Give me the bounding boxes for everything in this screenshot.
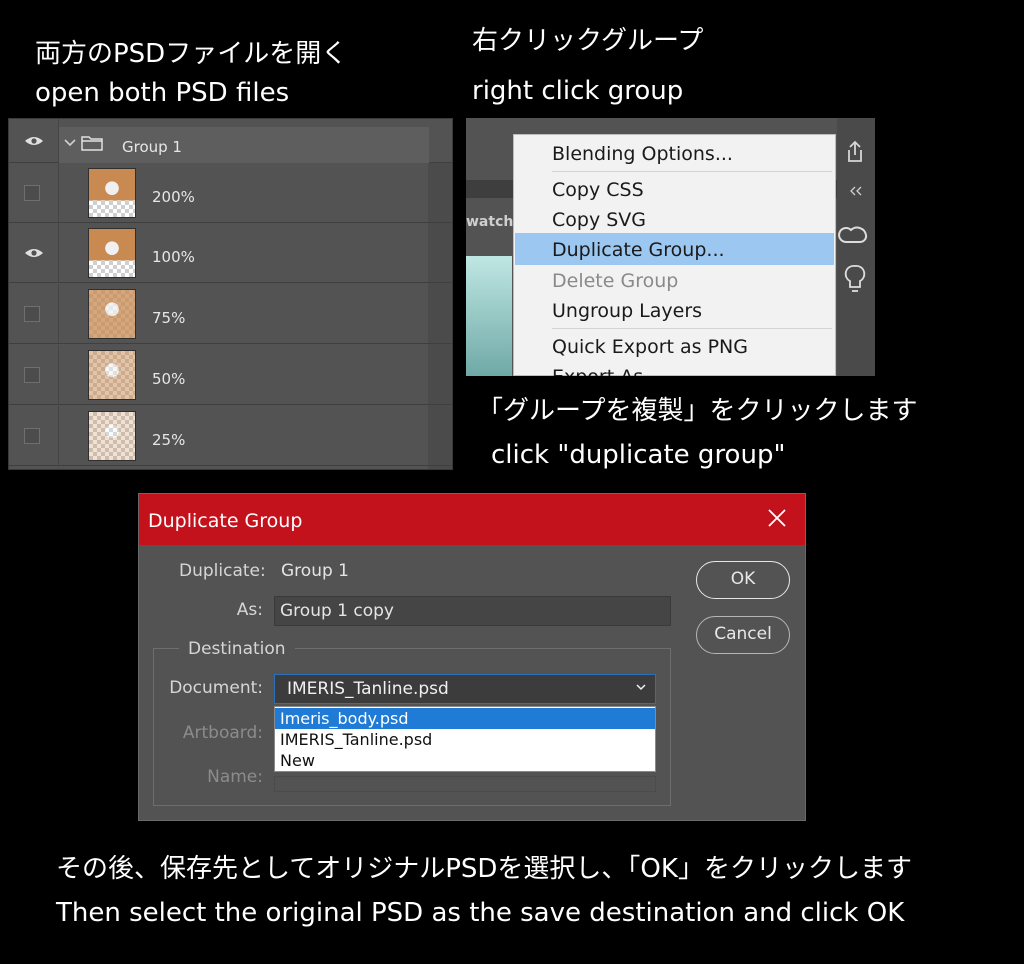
caption-step2-jp: 右クリックグループ bbox=[472, 26, 704, 56]
destination-legend: Destination bbox=[179, 639, 295, 659]
artboard-label: Artboard: bbox=[182, 723, 263, 743]
document-select[interactable]: IMERIS_Tanline.psd bbox=[274, 674, 656, 704]
visibility-toggle[interactable] bbox=[24, 185, 40, 201]
caption-step4-jp: その後、保存先としてオリジナルPSDを選択し、「OK」をクリックします bbox=[56, 854, 912, 884]
menu-item-copy-svg[interactable]: Copy SVG bbox=[552, 209, 646, 231]
share-icon[interactable] bbox=[843, 140, 867, 164]
caption-step4-en: Then select the original PSD as the save… bbox=[56, 898, 905, 928]
menu-item-ungroup-layers[interactable]: Ungroup Layers bbox=[552, 300, 702, 322]
menu-item-delete-group[interactable]: Delete Group bbox=[552, 270, 678, 292]
caption-step1-jp: 両方のPSDファイルを開く bbox=[35, 39, 348, 69]
layer-row[interactable]: 25% bbox=[9, 406, 452, 466]
context-menu: Blending Options... Copy CSS Copy SVG Du… bbox=[513, 134, 836, 376]
layer-thumbnail bbox=[88, 228, 136, 278]
name-input[interactable] bbox=[274, 776, 656, 792]
eye-icon[interactable] bbox=[24, 247, 44, 259]
layer-name: 100% bbox=[152, 248, 195, 266]
cancel-button[interactable]: Cancel bbox=[696, 616, 790, 654]
visibility-column bbox=[9, 119, 59, 162]
menu-item-blending-options[interactable]: Blending Options... bbox=[552, 143, 733, 165]
dropdown-option[interactable]: IMERIS_Tanline.psd bbox=[275, 729, 655, 750]
visibility-toggle[interactable] bbox=[24, 367, 40, 383]
name-label: Name: bbox=[207, 767, 263, 787]
layer-name: 25% bbox=[152, 431, 186, 449]
dialog-title-bar: Duplicate Group bbox=[139, 494, 805, 545]
layer-group-row[interactable]: Group 1 bbox=[9, 119, 452, 163]
menu-item-duplicate-group[interactable]: Duplicate Group... bbox=[552, 239, 725, 261]
layer-name: 200% bbox=[152, 188, 195, 206]
layer-thumbnail bbox=[88, 350, 136, 400]
as-input[interactable]: Group 1 copy bbox=[274, 596, 671, 626]
folder-icon bbox=[81, 136, 103, 151]
ok-button[interactable]: OK bbox=[696, 561, 790, 599]
duplicate-value: Group 1 bbox=[281, 561, 349, 581]
close-icon[interactable] bbox=[765, 506, 789, 530]
visibility-toggle[interactable] bbox=[24, 428, 40, 444]
right-toolbar bbox=[837, 118, 875, 376]
creative-cloud-icon[interactable] bbox=[838, 222, 868, 246]
layer-name: 75% bbox=[152, 309, 186, 327]
caption-step3-en: click "duplicate group" bbox=[491, 440, 786, 470]
layers-panel: Group 1 200% 100% 75% 50% 25% bbox=[8, 118, 453, 470]
layer-row[interactable]: 200% bbox=[9, 163, 452, 223]
document-dropdown: Imeris_body.psd IMERIS_Tanline.psd New bbox=[274, 706, 656, 772]
layer-thumbnail bbox=[88, 289, 136, 339]
chevron-down-icon[interactable] bbox=[64, 139, 76, 147]
dropdown-option[interactable]: New bbox=[275, 750, 655, 771]
layer-thumbnail bbox=[88, 168, 136, 218]
menu-item-export-as[interactable]: Export As... bbox=[552, 366, 661, 376]
caption-step1-en: open both PSD files bbox=[35, 78, 290, 108]
layer-row[interactable]: 50% bbox=[9, 345, 452, 405]
document-label: Document: bbox=[169, 678, 263, 698]
layer-row[interactable]: 100% bbox=[9, 223, 452, 283]
duplicate-group-dialog: Duplicate Group Duplicate: Group 1 As: G… bbox=[138, 493, 806, 821]
group-name: Group 1 bbox=[122, 138, 182, 156]
layer-row[interactable]: 75% bbox=[9, 284, 452, 344]
dropdown-option[interactable]: Imeris_body.psd bbox=[275, 708, 655, 729]
context-menu-screenshot: watch Blending Options... Copy CSS Copy … bbox=[466, 118, 875, 376]
swatches-tab-label[interactable]: watch bbox=[466, 214, 513, 230]
menu-item-copy-css[interactable]: Copy CSS bbox=[552, 179, 644, 201]
caption-step2-en: right click group bbox=[472, 76, 684, 106]
collapse-icon[interactable] bbox=[849, 186, 863, 196]
menu-item-quick-export[interactable]: Quick Export as PNG bbox=[552, 336, 748, 358]
duplicate-label: Duplicate: bbox=[179, 561, 266, 581]
layer-name: 50% bbox=[152, 370, 186, 388]
dialog-title: Duplicate Group bbox=[148, 510, 303, 532]
document-select-value: IMERIS_Tanline.psd bbox=[287, 679, 449, 699]
as-label: As: bbox=[236, 600, 263, 620]
caption-step3-jp: 「グループを複製」をクリックします bbox=[477, 396, 918, 426]
layer-thumbnail bbox=[88, 411, 136, 461]
visibility-toggle[interactable] bbox=[24, 306, 40, 322]
lightbulb-icon[interactable] bbox=[844, 264, 866, 296]
chevron-down-icon bbox=[636, 684, 646, 691]
eye-icon[interactable] bbox=[24, 135, 44, 147]
